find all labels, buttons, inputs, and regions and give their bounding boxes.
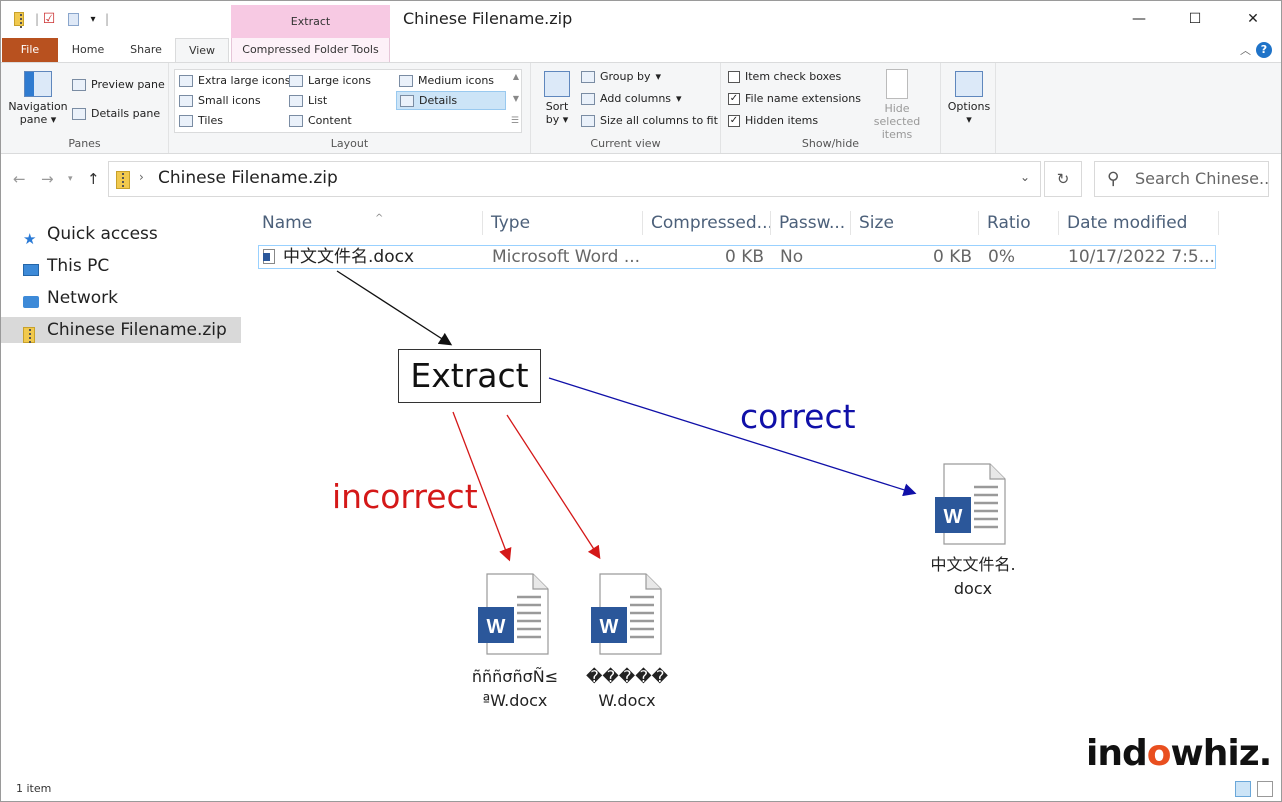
word-document-icon: W (478, 573, 549, 655)
item-count: 1 item (16, 782, 52, 795)
incorrect-label: incorrect (332, 477, 478, 516)
arrow-to-extract (336, 270, 453, 346)
word-document-icon: W (935, 463, 1006, 545)
details-view-icon[interactable] (1235, 781, 1251, 797)
status-bar: 1 item (1, 776, 1281, 801)
brand-logo: indowhiz. (1086, 733, 1272, 774)
correct-file-label: 中文文件名.docx (930, 555, 1016, 598)
word-document-icon: W (591, 573, 662, 655)
incorrect-file-label-2: �����W.docx (585, 667, 669, 710)
arrow-correct (548, 377, 917, 497)
arrow-incorrect-2 (506, 414, 601, 560)
word-letter: W (944, 506, 963, 528)
word-letter: W (487, 616, 506, 638)
extract-label-box: Extract (398, 349, 541, 403)
correct-label: correct (740, 397, 856, 436)
large-icons-view-icon[interactable] (1257, 781, 1273, 797)
explorer-window: | ☑ ▾ | Extract Chinese Filename.zip — ☐… (0, 0, 1282, 802)
incorrect-file-label-1: ñññσñσÑ≤ªW.docx (471, 667, 559, 710)
word-letter: W (600, 616, 619, 638)
